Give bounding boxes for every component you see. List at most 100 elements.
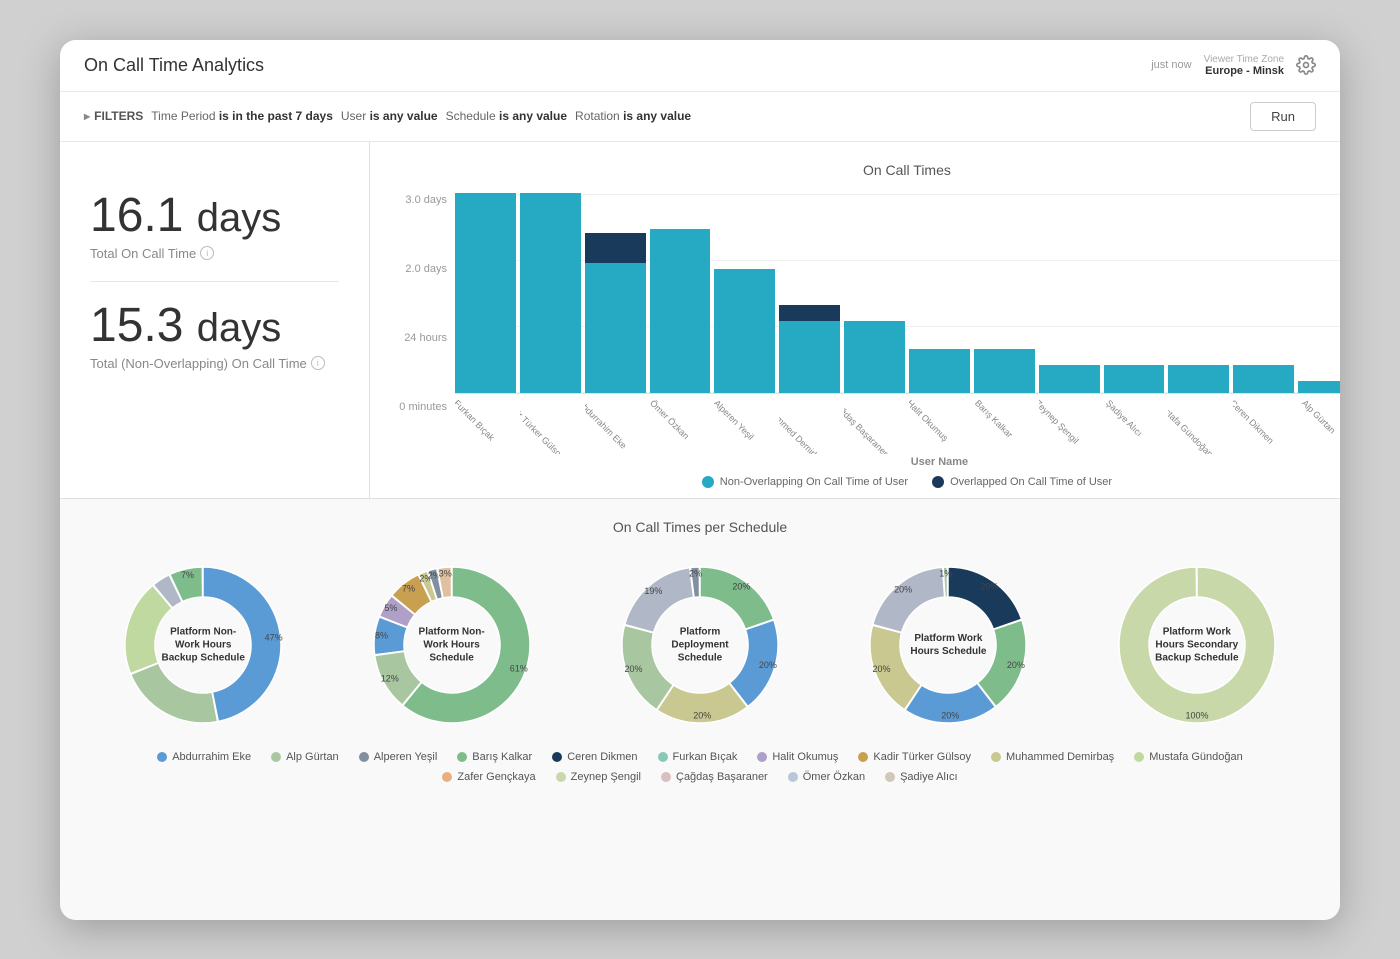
legend-entry-5: Furkan Bıçak bbox=[658, 751, 738, 763]
svg-text:1%: 1% bbox=[940, 568, 953, 578]
run-button[interactable]: Run bbox=[1250, 102, 1316, 131]
chart-panel: On Call Times 3.0 days 2.0 days 24 hours… bbox=[370, 142, 1340, 498]
non-overlapping-info-icon[interactable]: i bbox=[311, 356, 325, 370]
x-label-wrap: Çağdaş Başaraner bbox=[844, 394, 905, 454]
legend-label-12: Çağdaş Başaraner bbox=[676, 771, 768, 783]
donut-wrapper-0: 47% 7% Platform Non-Work Hours Backup Sche… bbox=[84, 555, 322, 735]
legend-entry-11: Zeynep Şengil bbox=[556, 771, 641, 783]
chart-legend: Non-Overlapping On Call Time of User Ove… bbox=[390, 476, 1340, 488]
legend-label-5: Furkan Bıçak bbox=[673, 751, 738, 763]
bar-main bbox=[909, 349, 970, 393]
bar-group bbox=[650, 194, 711, 393]
x-label-wrap: Barış Kalkar bbox=[974, 394, 1035, 454]
x-label: Zeynep Şengil bbox=[1039, 398, 1081, 446]
bar-main bbox=[714, 269, 775, 393]
bar-overlap bbox=[779, 305, 840, 321]
x-label-wrap: Alp Gürtan bbox=[1298, 394, 1340, 454]
legend-label-9: Mustafa Gündoğan bbox=[1149, 751, 1243, 763]
bottom-legend: Abdurrahim EkeAlp GürtanAlperen YeşilBar… bbox=[84, 751, 1316, 783]
legend-entry-10: Zafer Gençkaya bbox=[442, 771, 535, 783]
donut-svg-container-0: 47% 7% Platform Non-Work Hours Backup Sche… bbox=[113, 555, 293, 735]
donut-center-label-2: Platform Deployment Schedule bbox=[655, 625, 745, 664]
legend-label-2: Alperen Yeşil bbox=[374, 751, 438, 763]
x-label: Muhammed Demirbaş bbox=[779, 398, 828, 454]
filter-label[interactable]: FILTERS bbox=[84, 109, 143, 123]
x-label: Abdurrahim Eke bbox=[585, 398, 629, 451]
filter-time-period: Time Period is in the past 7 days bbox=[151, 109, 333, 123]
legend-entry-4: Ceren Dikmen bbox=[552, 751, 637, 763]
page-title: On Call Time Analytics bbox=[84, 55, 264, 76]
legend-circle-12 bbox=[661, 772, 671, 782]
x-label: Furkan Bıçak bbox=[455, 398, 496, 443]
x-label-wrap: Abdurrahim Eke bbox=[585, 394, 646, 454]
bar-group bbox=[844, 194, 905, 393]
legend-label-8: Muhammed Demirbaş bbox=[1006, 751, 1114, 763]
legend-entry-1: Alp Gürtan bbox=[271, 751, 339, 763]
x-label: Alperen Yeşil bbox=[714, 398, 755, 442]
legend-dot-non-overlap bbox=[702, 476, 714, 488]
svg-text:20%: 20% bbox=[693, 710, 711, 720]
svg-text:61%: 61% bbox=[509, 663, 527, 673]
x-label-wrap: Ömer Özkan bbox=[650, 394, 711, 454]
x-label-wrap: Kadir Türker Gülsoy bbox=[520, 394, 581, 454]
x-labels: Furkan Bıçak Kadir Türker Gülsoy Abdurrahi… bbox=[455, 394, 1340, 454]
legend-circle-2 bbox=[359, 752, 369, 762]
total-oncall-block: 16.1 days Total On Call Time i bbox=[90, 172, 339, 282]
legend-entry-8: Muhammed Demirbaş bbox=[991, 751, 1114, 763]
x-label-wrap: Ceren Dikmen bbox=[1233, 394, 1294, 454]
legend-entry-6: Halit Okumuş bbox=[757, 751, 838, 763]
svg-text:7%: 7% bbox=[402, 583, 415, 593]
filter-rotation: Rotation is any value bbox=[575, 109, 691, 123]
non-overlapping-label: Total (Non-Overlapping) On Call Time i bbox=[90, 356, 339, 371]
svg-text:20%: 20% bbox=[895, 584, 913, 594]
non-overlapping-value: 15.3 days bbox=[90, 302, 339, 350]
filter-bar: FILTERS Time Period is in the past 7 day… bbox=[60, 92, 1340, 142]
legend-entry-3: Barış Kalkar bbox=[457, 751, 532, 763]
header-right: just now Viewer Time Zone Europe - Minsk bbox=[1151, 54, 1316, 77]
bar-group bbox=[520, 194, 581, 393]
donut-center-label-4: Platform Work Hours Secondary Backup Sch… bbox=[1152, 625, 1242, 664]
svg-text:20%: 20% bbox=[1007, 660, 1025, 670]
bar-main bbox=[1233, 365, 1294, 393]
legend-circle-0 bbox=[157, 752, 167, 762]
donut-charts-row: 47% 7% Platform Non-Work Hours Backup Sche… bbox=[84, 555, 1316, 735]
bar-overlap bbox=[585, 233, 646, 263]
bar-main bbox=[1104, 365, 1165, 393]
donut-center-label-3: Platform Work Hours Schedule bbox=[903, 632, 993, 658]
donut-center-label-0: Platform Non-Work Hours Backup Schedule bbox=[158, 625, 248, 664]
schedule-section: On Call Times per Schedule 47%7%Platform… bbox=[60, 499, 1340, 803]
donut-center-label-1: Platform Non-Work Hours Schedule bbox=[407, 625, 497, 664]
dashboard: On Call Time Analytics just now Viewer T… bbox=[60, 40, 1340, 920]
legend-circle-14 bbox=[885, 772, 895, 782]
svg-text:7%: 7% bbox=[181, 570, 194, 580]
x-label: Şadiye Alıcı bbox=[1104, 398, 1144, 438]
svg-text:20%: 20% bbox=[873, 664, 891, 674]
total-oncall-info-icon[interactable]: i bbox=[200, 246, 214, 260]
x-label-wrap: Zeynep Şengil bbox=[1039, 394, 1100, 454]
legend-label-11: Zeynep Şengil bbox=[571, 771, 641, 783]
x-label: Ömer Özkan bbox=[650, 398, 691, 441]
bar-main bbox=[974, 349, 1035, 393]
svg-text:8%: 8% bbox=[375, 630, 388, 640]
legend-entry-14: Şadiye Alıcı bbox=[885, 771, 957, 783]
legend-entry-2: Alperen Yeşil bbox=[359, 751, 438, 763]
bar-group bbox=[1168, 194, 1229, 393]
axis-title: User Name bbox=[455, 456, 1340, 468]
total-oncall-value: 16.1 days bbox=[90, 192, 339, 240]
x-label: Çağdaş Başaraner bbox=[844, 398, 890, 454]
donut-wrapper-4: 100% Platform Work Hours Secondary Backup… bbox=[1078, 555, 1316, 735]
legend-label-6: Halit Okumuş bbox=[772, 751, 838, 763]
legend-circle-5 bbox=[658, 752, 668, 762]
bar-group bbox=[974, 194, 1035, 393]
legend-label-1: Alp Gürtan bbox=[286, 751, 339, 763]
filter-user: User is any value bbox=[341, 109, 438, 123]
x-label: Kadir Türker Gülsoy bbox=[520, 398, 567, 454]
settings-icon[interactable] bbox=[1296, 55, 1316, 75]
legend-circle-10 bbox=[442, 772, 452, 782]
svg-text:47%: 47% bbox=[265, 632, 283, 642]
legend-circle-4 bbox=[552, 752, 562, 762]
svg-text:100%: 100% bbox=[1185, 710, 1208, 720]
y-axis: 3.0 days 2.0 days 24 hours 0 minutes bbox=[390, 194, 455, 414]
x-label-wrap: Şadiye Alıcı bbox=[1104, 394, 1165, 454]
main-content: 16.1 days Total On Call Time i 15.3 days… bbox=[60, 142, 1340, 920]
